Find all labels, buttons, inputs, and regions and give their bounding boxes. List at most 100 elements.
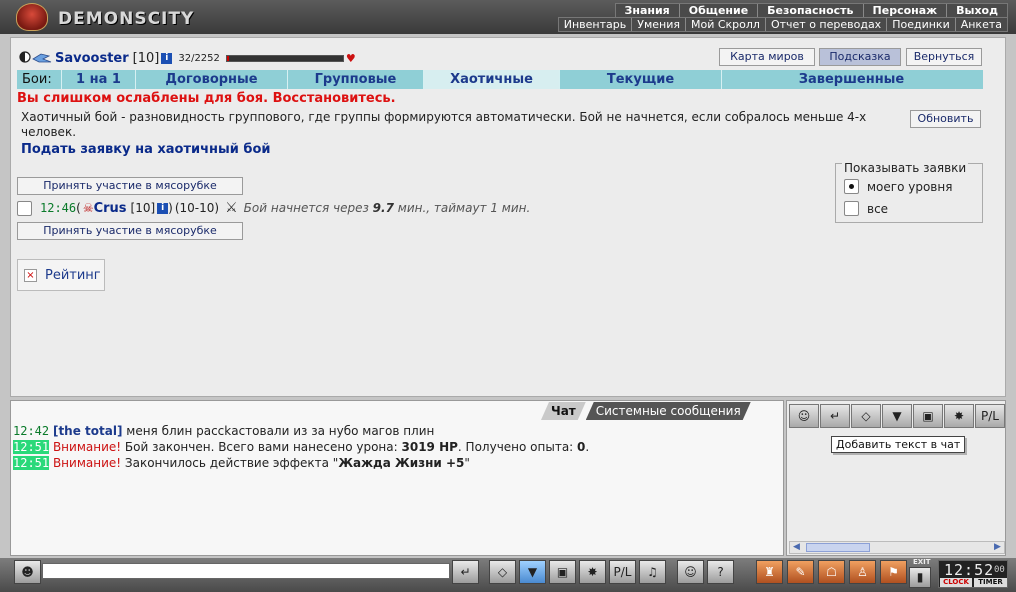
rating-button[interactable]: × Рейтинг <box>17 259 105 291</box>
chat-messages: 12:42 [the total] меня блин рассkастовал… <box>13 423 773 471</box>
fight-icon[interactable]: ✸ <box>944 404 974 428</box>
scroll-right-icon[interactable]: ▶ <box>991 542 1004 553</box>
nav-profile[interactable]: Анкета <box>954 18 1007 31</box>
nav-character[interactable]: Персонаж <box>862 4 947 17</box>
fight-icon[interactable]: ✸ <box>579 560 606 584</box>
main-nav: Знания Общение Безопасность Персонаж Вых… <box>614 3 1008 18</box>
world-map-button[interactable]: Карта миров <box>719 48 815 66</box>
bid-row: 12:46 ( ☠ Crus [10] i ) (10-10) ⚔ Бой на… <box>17 200 530 216</box>
radio-my-level[interactable] <box>844 179 859 194</box>
nav-transfer-report[interactable]: Отчет о переводах <box>764 18 886 31</box>
clock-mode-button[interactable]: CLOCK <box>940 578 972 587</box>
save-icon[interactable]: ▣ <box>913 404 943 428</box>
chat-message: 12:51 Внимание! Бой закончен. Всего вами… <box>13 439 773 455</box>
bid-status: Бой начнется через 9.7 мин., таймаут 1 м… <box>244 201 531 215</box>
clock-seconds: 00 <box>994 565 1005 575</box>
battle-panel: Savooster [10] i 32/2252 ♥ Карта миров П… <box>10 37 1006 397</box>
bid-select-radio[interactable] <box>17 200 32 216</box>
player-name[interactable]: Savooster <box>55 51 129 66</box>
eraser-icon[interactable]: ◇ <box>851 404 881 428</box>
chat-message: 12:42 [the total] меня блин рассkастовал… <box>13 423 773 439</box>
nav-security[interactable]: Безопасность <box>757 4 862 17</box>
crossed-swords-icon: ⚔ <box>225 200 238 216</box>
tab-current[interactable]: Текущие <box>559 70 721 89</box>
pk-align-icon: ☠ <box>82 201 94 215</box>
sound-icon[interactable]: ♫ <box>639 560 666 584</box>
players-panel: ☺ ↵ ◇ ▼ ▣ ✸ P/L Добавить текст в чат ◀ ▶ <box>786 400 1006 556</box>
alignment-icon <box>19 50 53 66</box>
refresh-button[interactable]: Обновить <box>910 110 981 128</box>
scrollbar-thumb[interactable] <box>806 543 870 552</box>
bid-time: 12:46 <box>40 201 77 215</box>
message-damage: 3019 HP <box>401 440 458 454</box>
game-window: DEMONSCITY Знания Общение Безопасность П… <box>0 0 1016 592</box>
nav-duels[interactable]: Поединки <box>886 18 955 31</box>
pl-icon[interactable]: P/L <box>975 404 1005 428</box>
timer-mode-button[interactable]: TIMER <box>974 578 1007 587</box>
bid-player-name[interactable]: Crus <box>94 201 127 216</box>
filter-legend: Показывать заявки <box>842 161 969 175</box>
hint-button[interactable]: Подсказка <box>819 48 901 66</box>
message-warning: Внимание! <box>52 440 122 454</box>
join-meatgrinder-button-bottom[interactable]: Принять участие в мясорубке <box>17 222 243 240</box>
friends-icon[interactable]: ♙ <box>849 560 876 584</box>
tab-system-messages[interactable]: Системные сообщения <box>586 402 751 420</box>
filter-icon[interactable]: ▼ <box>882 404 912 428</box>
tab-agreed[interactable]: Договорные <box>135 70 287 89</box>
tab-finished[interactable]: Завершенные <box>721 70 981 89</box>
filter-my-level[interactable]: моего уровня <box>844 179 952 194</box>
bag-icon[interactable]: ♜ <box>756 560 783 584</box>
exit-door-icon[interactable]: ▮ <box>909 567 931 588</box>
back-button[interactable]: Вернуться <box>906 48 982 66</box>
tab-chat[interactable]: Чат <box>541 402 586 420</box>
bid-player-level: [10] <box>130 201 156 215</box>
nav-my-scroll[interactable]: Мой Скролл <box>684 18 765 31</box>
player-info-icon[interactable]: i <box>161 52 173 64</box>
scroll-icon[interactable]: ✎ <box>787 560 814 584</box>
chat-mode-icon[interactable]: ☻ <box>14 560 41 584</box>
tab-chaotic[interactable]: Хаотичные <box>423 70 559 89</box>
save-log-icon[interactable]: ▣ <box>549 560 576 584</box>
radio-all[interactable] <box>844 201 859 216</box>
message-warning: Внимание! <box>52 456 122 470</box>
message-time[interactable]: 12:51 <box>13 456 50 470</box>
message-text: Закончилось действие эффекта " <box>121 456 339 470</box>
scroll-left-icon[interactable]: ◀ <box>790 542 803 553</box>
rating-label: Рейтинг <box>45 267 101 283</box>
nav-exit[interactable]: Выход <box>946 4 1007 17</box>
filter-all-label: все <box>867 201 889 216</box>
hp-bar-fill <box>226 55 229 61</box>
message-nick[interactable]: [the total] <box>53 424 123 438</box>
join-meatgrinder-button-top[interactable]: Принять участие в мясорубке <box>17 177 243 195</box>
bid-player-info-icon[interactable]: i <box>157 202 169 214</box>
chat-panel: Чат Системные сообщения 12:42 [the total… <box>10 400 784 556</box>
help-icon[interactable]: ? <box>707 560 734 584</box>
bid-open-paren: ( <box>76 201 81 215</box>
top-header: DEMONSCITY Знания Общение Безопасность П… <box>0 0 1016 34</box>
mask-icon[interactable]: ☖ <box>818 560 845 584</box>
clock-time: 12:52 <box>944 561 995 579</box>
pl-icon[interactable]: P/L <box>609 560 636 584</box>
smiley-icon[interactable]: ☺ <box>677 560 704 584</box>
horizontal-scrollbar[interactable]: ◀ ▶ <box>789 541 1005 554</box>
message-time[interactable]: 12:42 <box>13 424 49 438</box>
clear-icon[interactable]: ◇ <box>489 560 516 584</box>
message-text-2: " <box>464 456 470 470</box>
filter-icon[interactable]: ▼ <box>519 560 546 584</box>
apply-chaotic-link[interactable]: Подать заявку на хаотичный бой <box>21 142 271 157</box>
message-time[interactable]: 12:51 <box>13 440 50 454</box>
nav-inventory[interactable]: Инвентарь <box>559 18 631 31</box>
filter-all[interactable]: все <box>844 201 888 216</box>
flag-icon[interactable]: ⚑ <box>880 560 907 584</box>
chat-input[interactable] <box>42 563 450 579</box>
send-icon[interactable]: ↵ <box>452 560 479 584</box>
nav-knowledge[interactable]: Знания <box>616 4 679 17</box>
tab-1v1[interactable]: 1 на 1 <box>61 70 135 89</box>
nav-skills[interactable]: Умения <box>631 18 685 31</box>
message-text-2: . Получено опыта: <box>457 440 578 454</box>
bid-status-suffix: мин., таймаут 1 мин. <box>397 201 531 215</box>
tab-group[interactable]: Групповые <box>287 70 423 89</box>
add-to-chat-icon[interactable]: ↵ <box>820 404 850 428</box>
nav-communication[interactable]: Общение <box>678 4 757 17</box>
talk-icon[interactable]: ☺ <box>789 404 819 428</box>
